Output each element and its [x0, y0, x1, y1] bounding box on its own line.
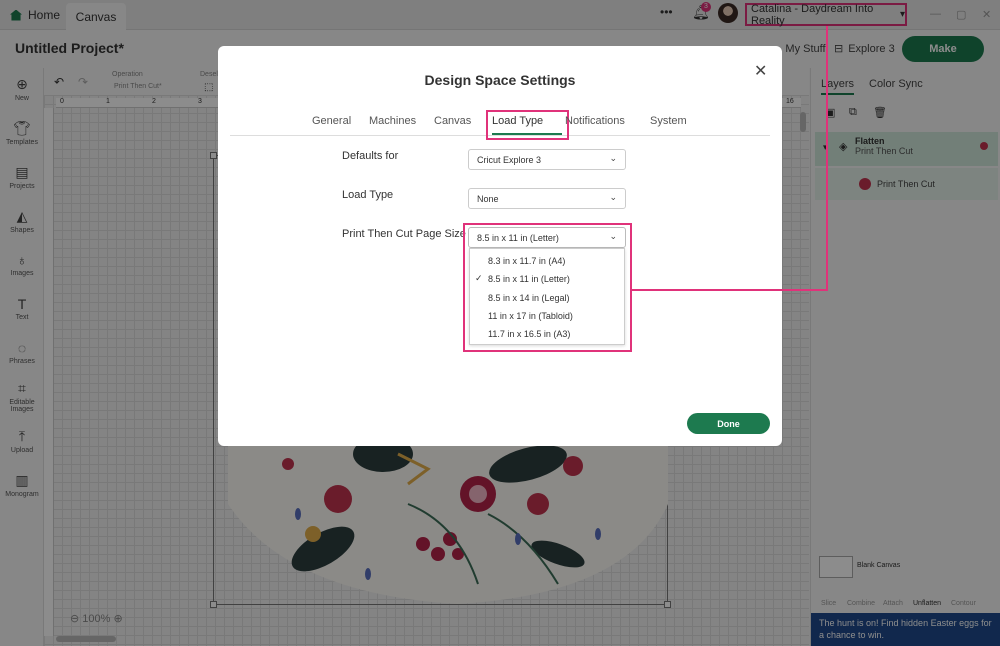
page-size-label: Print Then Cut Page Size	[342, 228, 466, 240]
settings-dialog: Design Space Settings ✕ General Machines…	[218, 46, 782, 446]
defaults-for-select[interactable]: Cricut Explore 3 ⌄	[468, 149, 626, 170]
page-size-dropdown: 8.3 in x 11.7 in (A4) ✓ 8.5 in x 11 in (…	[469, 248, 625, 345]
checkmark-icon: ✓	[475, 273, 483, 283]
defaults-for-value: Cricut Explore 3	[477, 155, 542, 165]
tab-machines[interactable]: Machines	[369, 115, 416, 127]
tab-general[interactable]: General	[312, 115, 351, 127]
tab-notifications[interactable]: Notifications	[565, 115, 625, 127]
active-tab-indicator	[492, 133, 562, 135]
option-tabloid[interactable]: 11 in x 17 in (Tabloid)	[488, 311, 573, 321]
page-size-value: 8.5 in x 11 in (Letter)	[477, 233, 559, 243]
defaults-for-label: Defaults for	[342, 150, 399, 162]
done-button[interactable]: Done	[687, 413, 770, 434]
settings-tabs: General Machines Canvas Load Type Notifi…	[230, 110, 770, 140]
annotation-connector	[826, 26, 828, 291]
option-letter[interactable]: 8.5 in x 11 in (Letter)	[488, 274, 570, 284]
option-a3[interactable]: 11.7 in x 16.5 in (A3)	[488, 329, 570, 339]
dialog-title: Design Space Settings	[424, 72, 576, 88]
load-type-select[interactable]: None ⌄	[468, 188, 626, 209]
tab-canvas[interactable]: Canvas	[434, 115, 471, 127]
annotation-connector	[632, 289, 828, 291]
close-icon[interactable]: ✕	[754, 61, 767, 81]
tab-system[interactable]: System	[650, 115, 687, 127]
chevron-down-icon: ⌄	[609, 192, 617, 202]
chevron-down-icon: ⌄	[609, 153, 617, 163]
option-legal[interactable]: 8.5 in x 14 in (Legal)	[488, 293, 570, 303]
tab-load-type[interactable]: Load Type	[492, 115, 543, 127]
load-type-label: Load Type	[342, 189, 394, 201]
load-type-value: None	[477, 194, 499, 204]
chevron-up-icon: ⌄	[609, 231, 617, 241]
option-a4[interactable]: 8.3 in x 11.7 in (A4)	[488, 256, 565, 266]
page-size-select[interactable]: 8.5 in x 11 in (Letter) ⌄	[468, 227, 626, 248]
